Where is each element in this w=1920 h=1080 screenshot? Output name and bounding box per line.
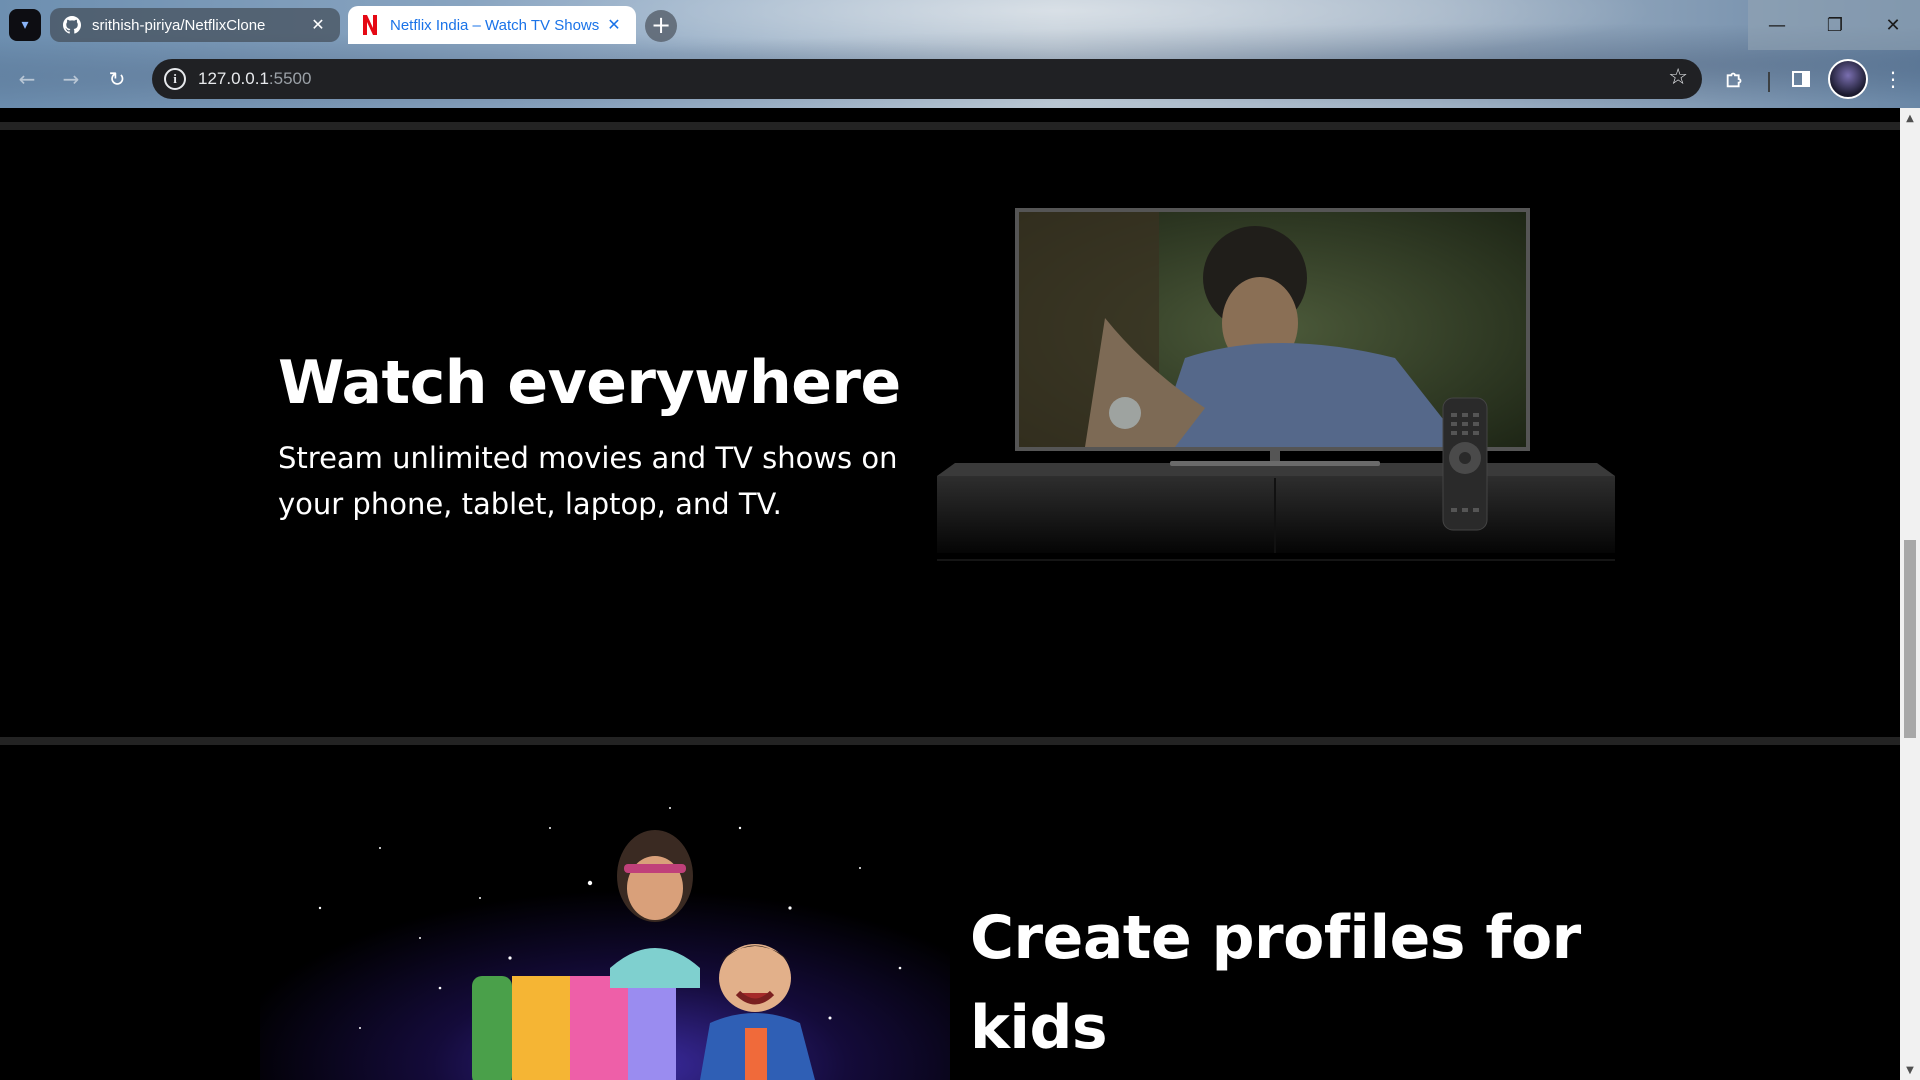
page-content: Watch everywhere Stream unlimited movies… — [0, 108, 1900, 1080]
netflix-icon — [360, 15, 380, 35]
profile-avatar[interactable] — [1828, 59, 1868, 99]
new-tab-button[interactable]: + — [645, 10, 677, 42]
tv-illustration — [925, 208, 1625, 588]
close-icon: ✕ — [1885, 14, 1901, 36]
github-icon — [62, 15, 82, 35]
close-window-button[interactable]: ✕ — [1864, 0, 1920, 50]
kids-profile-illustration — [260, 788, 950, 1080]
menu-button[interactable]: ⋮ — [1876, 62, 1910, 96]
site-info-icon[interactable]: i — [164, 68, 186, 90]
plus-icon: + — [650, 11, 672, 39]
section-divider — [0, 737, 1900, 745]
arrow-right-icon: → — [62, 67, 80, 91]
tab-bar: ▾ srithish-piriya/NetflixClone ✕ Netflix… — [0, 0, 1920, 50]
restore-button[interactable]: ❐ — [1806, 0, 1864, 50]
puzzle-icon — [1726, 72, 1742, 88]
page-scrollbar[interactable]: ▲ ▼ — [1900, 108, 1920, 1080]
watch-everywhere-title: Watch everywhere — [278, 348, 901, 418]
toolbar-separator — [1768, 72, 1770, 92]
reload-button[interactable]: ↻ — [100, 62, 134, 96]
browser-chrome: ▾ srithish-piriya/NetflixClone ✕ Netflix… — [0, 0, 1920, 108]
tab-title: srithish-piriya/NetflixClone — [92, 16, 266, 34]
bookmark-star-icon[interactable]: ☆ — [1668, 65, 1688, 90]
side-panel-icon — [1792, 71, 1810, 87]
kids-profiles-title: Create profiles for kids — [970, 903, 1581, 1063]
back-button[interactable]: ← — [10, 62, 44, 96]
extensions-button[interactable] — [1718, 62, 1752, 96]
minimize-icon: — — [1768, 14, 1786, 36]
arrow-left-icon: ← — [18, 67, 36, 91]
close-tab-icon[interactable]: ✕ — [604, 15, 624, 35]
scroll-down-arrow-icon[interactable]: ▼ — [1900, 1060, 1920, 1080]
tab-github[interactable]: srithish-piriya/NetflixClone ✕ — [50, 8, 340, 42]
side-panel-button[interactable] — [1784, 62, 1818, 96]
restore-icon: ❐ — [1826, 14, 1844, 36]
forward-button[interactable]: → — [54, 62, 88, 96]
tab-title: Netflix India – Watch TV Shows — [390, 16, 600, 34]
more-vertical-icon: ⋮ — [1883, 67, 1903, 91]
reload-icon: ↻ — [108, 67, 126, 91]
close-tab-icon[interactable]: ✕ — [308, 15, 328, 35]
scroll-up-arrow-icon[interactable]: ▲ — [1900, 108, 1920, 128]
address-bar[interactable]: i 127.0.0.1:5500 ☆ — [152, 59, 1702, 99]
tab-search-button[interactable]: ▾ — [9, 9, 41, 41]
url-text: 127.0.0.1:5500 — [198, 69, 312, 88]
scrollbar-thumb[interactable] — [1904, 540, 1916, 738]
tab-netflix[interactable]: Netflix India – Watch TV Shows ✕ — [348, 6, 636, 44]
section-divider — [0, 122, 1900, 130]
chevron-down-icon: ▾ — [21, 17, 29, 33]
watch-everywhere-description: Stream unlimited movies and TV shows on … — [278, 441, 898, 521]
browser-toolbar: ← → ↻ i 127.0.0.1:5500 ☆ ⋮ — [0, 56, 1920, 102]
minimize-button[interactable]: — — [1748, 0, 1806, 50]
